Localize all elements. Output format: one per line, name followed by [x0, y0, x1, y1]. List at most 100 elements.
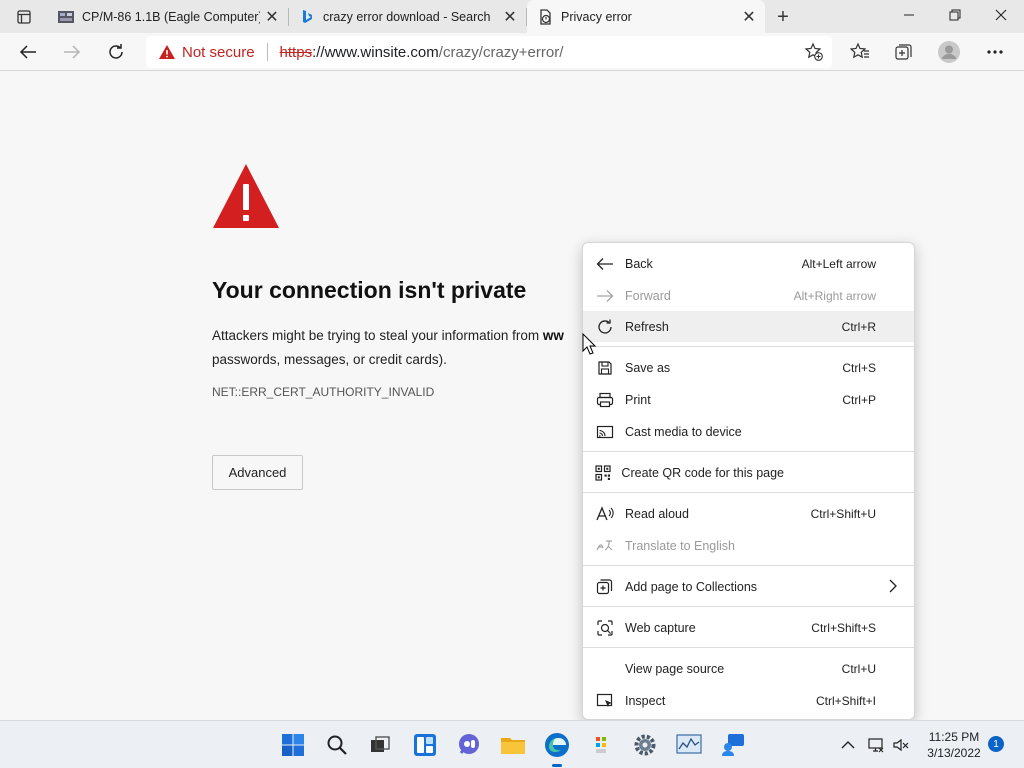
menu-separator	[583, 565, 914, 566]
performance-monitor-button[interactable]	[673, 729, 705, 761]
close-tab-icon[interactable]: ✕	[498, 5, 522, 29]
chat-button[interactable]	[453, 729, 485, 761]
cast-icon	[595, 422, 615, 442]
restore-button[interactable]	[932, 0, 978, 30]
refresh-button[interactable]	[101, 37, 131, 67]
menu-item-print[interactable]: Print Ctrl+P	[583, 384, 914, 415]
gear-icon	[634, 734, 656, 756]
warning-icon	[159, 45, 175, 59]
menu-item-read-aloud[interactable]: Read aloud Ctrl+Shift+U	[583, 498, 914, 529]
menu-item-view-source[interactable]: View page source Ctrl+U	[583, 653, 914, 684]
menu-item-inspect[interactable]: Inspect Ctrl+Shift+I	[583, 685, 914, 716]
menu-item-create-qr[interactable]: Create QR code for this page	[583, 457, 914, 488]
menu-separator	[583, 492, 914, 493]
menu-item-label: Forward	[625, 288, 671, 303]
site-favicon-icon	[58, 9, 74, 25]
favorites-icon	[850, 42, 869, 59]
settings-more-button[interactable]	[980, 37, 1010, 67]
menu-item-translate[interactable]: Translate to English	[583, 530, 914, 561]
menu-separator	[583, 346, 914, 347]
error-description: Attackers might be trying to steal your …	[212, 324, 592, 372]
clock-time: 11:25 PM	[928, 730, 980, 744]
menu-item-back[interactable]: Back Alt+Left arrow	[583, 248, 914, 279]
menu-item-label: View page source	[625, 661, 725, 676]
star-add-icon	[804, 42, 823, 61]
feedback-hub-button[interactable]	[717, 729, 749, 761]
tab-search[interactable]: crazy error download - Search ✕	[289, 0, 527, 33]
menu-item-shortcut: Ctrl+U	[841, 661, 876, 676]
web-capture-icon	[595, 618, 615, 638]
close-window-button[interactable]	[978, 0, 1024, 30]
profile-button[interactable]	[934, 37, 964, 67]
collections-button[interactable]	[889, 37, 919, 67]
chevron-right-icon	[889, 579, 897, 593]
task-view-icon	[371, 736, 390, 752]
favorites-button[interactable]	[845, 37, 875, 67]
description-host: ww	[542, 328, 564, 343]
tab-title: CP/M-86 1.1B (Eagle Computer)	[82, 9, 260, 24]
system-clock[interactable]: 11:25 PM 3/13/2022	[916, 729, 992, 761]
tab-actions-button[interactable]	[0, 0, 48, 33]
address-bar[interactable]: Not secure https://www.winsite.com/crazy…	[146, 36, 832, 68]
avatar-icon	[938, 41, 960, 63]
menu-item-shortcut: Ctrl+R	[841, 319, 876, 334]
menu-item-forward[interactable]: Forward Alt+Right arrow	[583, 280, 914, 311]
clock-date: 3/13/2022	[927, 746, 981, 760]
menu-item-refresh[interactable]: Refresh Ctrl+R	[583, 311, 914, 342]
collections-icon	[895, 44, 912, 60]
menu-item-label: Translate to English	[625, 538, 736, 553]
back-button[interactable]	[13, 37, 43, 67]
close-tab-icon[interactable]: ✕	[260, 5, 284, 29]
start-button[interactable]	[277, 729, 309, 761]
menu-item-label: Inspect	[625, 693, 666, 708]
taskbar: 11:25 PM 3/13/2022 1	[0, 720, 1024, 768]
notification-badge[interactable]: 1	[988, 736, 1004, 752]
menu-item-shortcut: Alt+Left arrow	[801, 256, 876, 271]
store-button[interactable]	[585, 729, 617, 761]
close-icon	[995, 9, 1007, 21]
new-tab-button[interactable]: +	[770, 4, 796, 30]
url-text: https://www.winsite.com/crazy/crazy+erro…	[280, 44, 564, 61]
advanced-button[interactable]: Advanced	[212, 455, 303, 490]
menu-item-save-as[interactable]: Save as Ctrl+S	[583, 352, 914, 383]
network-icon	[868, 738, 884, 753]
windows-start-icon	[282, 734, 304, 756]
search-button[interactable]	[321, 729, 353, 761]
edge-button[interactable]	[541, 729, 573, 767]
task-view-button[interactable]	[364, 729, 396, 761]
menu-separator	[583, 451, 914, 452]
forward-arrow-icon	[595, 286, 615, 306]
close-tab-icon[interactable]: ✕	[737, 5, 761, 29]
forward-button[interactable]	[57, 37, 87, 67]
file-explorer-button[interactable]	[497, 729, 529, 761]
settings-button[interactable]	[629, 729, 661, 761]
volume-tray-button[interactable]	[891, 735, 911, 755]
navigation-bar: Not secure https://www.winsite.com/crazy…	[0, 33, 1024, 71]
back-arrow-icon	[595, 254, 615, 274]
edge-icon	[545, 733, 569, 757]
add-favorite-button[interactable]	[804, 42, 824, 62]
widgets-button[interactable]	[409, 729, 441, 761]
menu-item-label: Back	[625, 256, 653, 271]
security-indicator[interactable]: Not secure	[146, 44, 255, 61]
menu-item-shortcut: Alt+Right arrow	[793, 288, 876, 303]
minimize-button[interactable]	[886, 0, 932, 30]
show-hidden-icons-button[interactable]	[838, 735, 858, 755]
url-host: ://www.winsite.com	[312, 43, 439, 61]
menu-item-add-to-collections[interactable]: Add page to Collections	[583, 571, 914, 602]
tab-privacy-error[interactable]: Privacy error ✕	[527, 0, 765, 33]
tab-cpm86[interactable]: CP/M-86 1.1B (Eagle Computer) ✕	[48, 0, 289, 33]
qr-code-icon	[595, 463, 611, 483]
menu-item-cast-media[interactable]: Cast media to device	[583, 416, 914, 447]
menu-item-shortcut: Ctrl+Shift+U	[810, 506, 876, 521]
description-text: Attackers might be trying to steal your …	[212, 328, 543, 343]
network-tray-button[interactable]	[866, 735, 886, 755]
tab-title: crazy error download - Search	[323, 9, 491, 24]
widgets-icon	[414, 734, 436, 756]
tab-strip: CP/M-86 1.1B (Eagle Computer) ✕ crazy er…	[0, 0, 1024, 33]
page-title: Your connection isn't private	[212, 277, 527, 303]
printer-icon	[595, 390, 615, 410]
back-arrow-icon	[19, 45, 36, 59]
menu-item-label: Cast media to device	[625, 424, 742, 439]
menu-item-web-capture[interactable]: Web capture Ctrl+Shift+S	[583, 612, 914, 643]
